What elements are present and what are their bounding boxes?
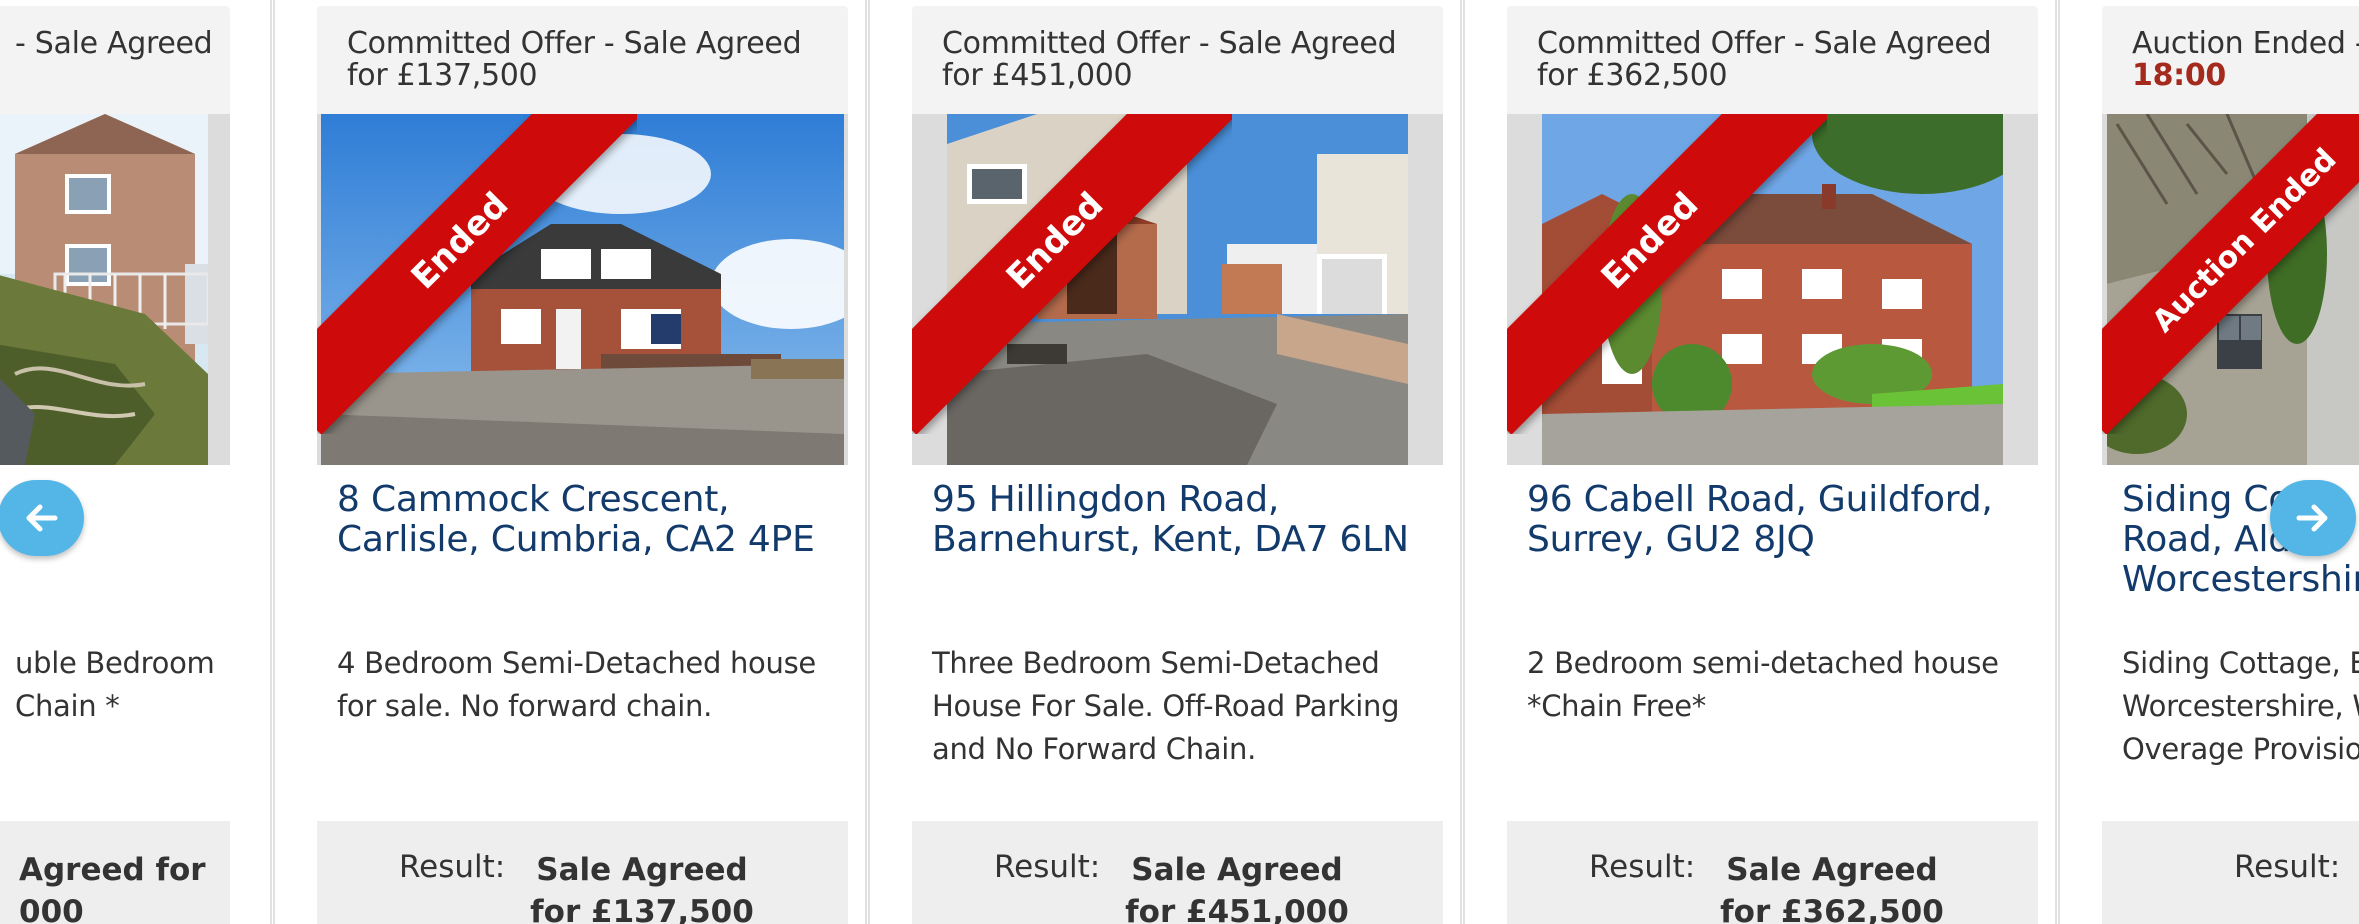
listing-address-link[interactable]: 95 Hillingdon Road, Barnehurst, Kent, DA… bbox=[932, 480, 1432, 560]
listing-photo[interactable]: Ended bbox=[317, 114, 848, 465]
ended-ribbon: Ended bbox=[317, 114, 637, 434]
listing-description: 4 Bedroom Semi-Detached house for sale. … bbox=[337, 646, 816, 723]
result-label: Result: bbox=[1589, 849, 1696, 885]
status-price: for £451,000 bbox=[942, 58, 1133, 93]
listing-status: Committed Offer - Sale Agreed for £451,0… bbox=[912, 6, 1443, 114]
listing-address-link[interactable]: 96 Cabell Road, Guildford, Surrey, GU2 8… bbox=[1527, 480, 2027, 560]
result-bar: Result: Sale Agreed for £362,500 bbox=[1507, 821, 2038, 924]
result-value: Sale Agreed for £451,000 bbox=[1125, 852, 1349, 924]
listings-carousel: - Sale Agreed uble Bedroom Chain * Agree… bbox=[0, 0, 2359, 924]
status-text: Auction Ended - bbox=[2132, 26, 2359, 61]
result-label: Result: bbox=[994, 849, 1101, 885]
listing-card[interactable]: Committed Offer - Sale Agreed for £362,5… bbox=[1463, 0, 2057, 924]
result-value: Agreed for 000 bbox=[19, 852, 206, 924]
listing-description: Siding Cottage, E Worcestershire, W Over… bbox=[2122, 646, 2359, 766]
result-bar: Result: Sale Agreed for £137,500 bbox=[317, 821, 848, 924]
listing-card[interactable]: Committed Offer - Sale Agreed for £451,0… bbox=[868, 0, 1462, 924]
listing-status: Committed Offer - Sale Agreed for £362,5… bbox=[1507, 6, 2038, 114]
status-text: Committed Offer - Sale Agreed bbox=[1537, 26, 1992, 61]
status-price: for £362,500 bbox=[1537, 58, 1728, 93]
listing-photo[interactable]: Ended bbox=[912, 114, 1443, 465]
result-value: Sale Agreed for £362,500 bbox=[1720, 852, 1944, 924]
listing-card[interactable]: Auction Ended - 18:00 Auction Ended Sidi… bbox=[2058, 0, 2359, 924]
listing-description: 2 Bedroom semi-detached house *Chain Fre… bbox=[1527, 646, 1999, 723]
auction-ended-ribbon: Auction Ended bbox=[2102, 114, 2359, 434]
listing-photo[interactable]: Ended bbox=[1507, 114, 2038, 465]
result-value: Sale Agreed for £137,500 bbox=[530, 852, 754, 924]
listing-status: - Sale Agreed bbox=[0, 6, 230, 114]
arrow-right-icon bbox=[2296, 504, 2328, 532]
ended-ribbon: Ended bbox=[912, 114, 1232, 434]
status-price: for £137,500 bbox=[347, 58, 538, 93]
listing-photo[interactable] bbox=[0, 114, 230, 465]
listing-card[interactable]: - Sale Agreed uble Bedroom Chain * Agree… bbox=[0, 0, 272, 924]
listing-card[interactable]: Committed Offer - Sale Agreed for £137,5… bbox=[273, 0, 867, 924]
carousel-next-button[interactable] bbox=[2270, 480, 2356, 556]
ended-ribbon: Ended bbox=[1507, 114, 1827, 434]
result-bar: Result: Sale Agreed for £451,000 bbox=[912, 821, 1443, 924]
listing-status: Committed Offer - Sale Agreed for £137,5… bbox=[317, 6, 848, 114]
result-label: Result: bbox=[2234, 849, 2341, 885]
result-label: Result: bbox=[399, 849, 506, 885]
auction-end-time: 18:00 bbox=[2132, 58, 2226, 93]
listing-status: Auction Ended - 18:00 bbox=[2102, 6, 2359, 114]
status-text: - Sale Agreed bbox=[15, 26, 213, 61]
listing-photo[interactable]: Auction Ended bbox=[2102, 114, 2359, 465]
carousel-prev-button[interactable] bbox=[0, 480, 84, 556]
arrow-left-icon bbox=[26, 504, 58, 532]
result-bar: Agreed for 000 bbox=[0, 821, 230, 924]
listing-description: Three Bedroom Semi-Detached House For Sa… bbox=[932, 646, 1400, 766]
house-photo bbox=[0, 114, 208, 465]
listing-address-link[interactable]: 8 Cammock Crescent, Carlisle, Cumbria, C… bbox=[337, 480, 837, 560]
status-text: Committed Offer - Sale Agreed bbox=[347, 26, 802, 61]
result-bar: Result: bbox=[2102, 821, 2359, 924]
status-text: Committed Offer - Sale Agreed bbox=[942, 26, 1397, 61]
